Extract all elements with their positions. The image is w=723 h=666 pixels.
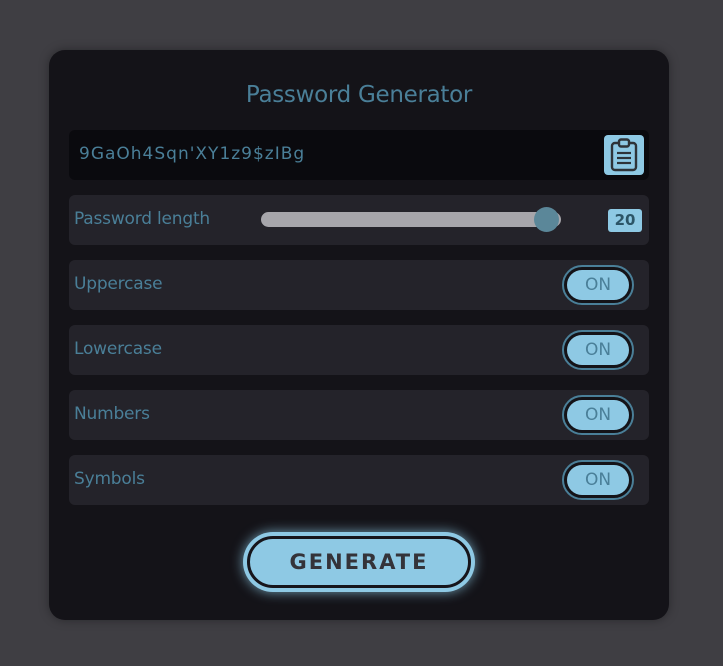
length-value-badge: 20 bbox=[608, 209, 642, 232]
toggle-state: ON bbox=[567, 465, 629, 495]
toggle-state: ON bbox=[567, 270, 629, 300]
option-label-numbers: Numbers bbox=[74, 404, 150, 424]
option-row-lowercase: Lowercase ON bbox=[69, 325, 649, 375]
password-length-label: Password length bbox=[74, 209, 210, 229]
uppercase-toggle[interactable]: ON bbox=[562, 265, 634, 305]
copy-button[interactable] bbox=[604, 135, 644, 175]
option-row-numbers: Numbers ON bbox=[69, 390, 649, 440]
generate-button[interactable]: GENERATE bbox=[243, 532, 475, 592]
password-output: 9GaOh4Sqn'XY1z9$zIBg bbox=[79, 144, 306, 164]
clipboard-icon bbox=[610, 138, 638, 172]
password-generator-card: Password Generator 9GaOh4Sqn'XY1z9$zIBg … bbox=[49, 50, 669, 620]
option-label-lowercase: Lowercase bbox=[74, 339, 162, 359]
password-length-row: Password length 20 bbox=[69, 195, 649, 245]
option-label-uppercase: Uppercase bbox=[74, 274, 163, 294]
symbols-toggle[interactable]: ON bbox=[562, 460, 634, 500]
password-display: 9GaOh4Sqn'XY1z9$zIBg bbox=[69, 130, 649, 180]
option-label-symbols: Symbols bbox=[74, 469, 145, 489]
toggle-state: ON bbox=[567, 400, 629, 430]
lowercase-toggle[interactable]: ON bbox=[562, 330, 634, 370]
toggle-state: ON bbox=[567, 335, 629, 365]
password-length-slider[interactable] bbox=[261, 207, 561, 232]
generate-button-label: GENERATE bbox=[247, 536, 471, 588]
option-row-symbols: Symbols ON bbox=[69, 455, 649, 505]
option-row-uppercase: Uppercase ON bbox=[69, 260, 649, 310]
slider-thumb[interactable] bbox=[534, 207, 559, 232]
numbers-toggle[interactable]: ON bbox=[562, 395, 634, 435]
page-title: Password Generator bbox=[245, 82, 473, 108]
